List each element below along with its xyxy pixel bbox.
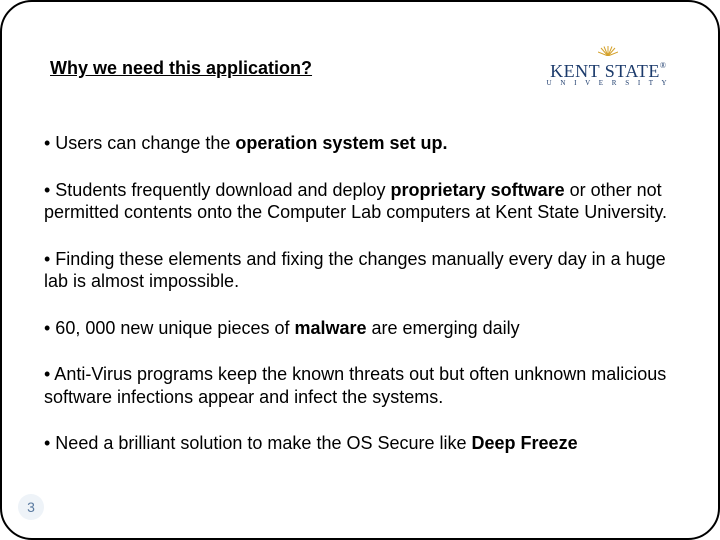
bullet-bold: malware — [294, 318, 366, 338]
bullet-text: • 60, 000 new unique pieces of — [44, 318, 294, 338]
bullet-text: • Need a brilliant solution to make the … — [44, 433, 472, 453]
university-logo: KENT STATE® U N I V E R S I T Y — [547, 44, 670, 87]
bullet-item: • Need a brilliant solution to make the … — [44, 432, 676, 455]
bullet-item: • Users can change the operation system … — [44, 132, 676, 155]
bullet-bold: operation system set up. — [235, 133, 447, 153]
slide-frame: Why we need this application? KENT STATE… — [0, 0, 720, 540]
slide-body: • Users can change the operation system … — [44, 132, 676, 455]
bullet-text: are emerging daily — [367, 318, 520, 338]
logo-main-text: KENT STATE® — [550, 61, 666, 81]
sunburst-icon — [598, 44, 618, 60]
bullet-text: • Anti-Virus programs keep the known thr… — [44, 364, 666, 407]
bullet-bold: Deep Freeze — [472, 433, 578, 453]
bullet-item: • 60, 000 new unique pieces of malware a… — [44, 317, 676, 340]
bullet-text: • Finding these elements and fixing the … — [44, 249, 666, 292]
bullet-item: • Students frequently download and deplo… — [44, 179, 676, 224]
registered-icon: ® — [660, 61, 667, 70]
bullet-text: • Students frequently download and deplo… — [44, 180, 391, 200]
bullet-bold: proprietary software — [391, 180, 565, 200]
logo-sub-text: U N I V E R S I T Y — [547, 80, 670, 87]
bullet-item: • Finding these elements and fixing the … — [44, 248, 676, 293]
bullet-text: • Users can change the — [44, 133, 235, 153]
page-number: 3 — [18, 494, 44, 520]
slide-title: Why we need this application? — [50, 58, 312, 79]
bullet-item: • Anti-Virus programs keep the known thr… — [44, 363, 676, 408]
